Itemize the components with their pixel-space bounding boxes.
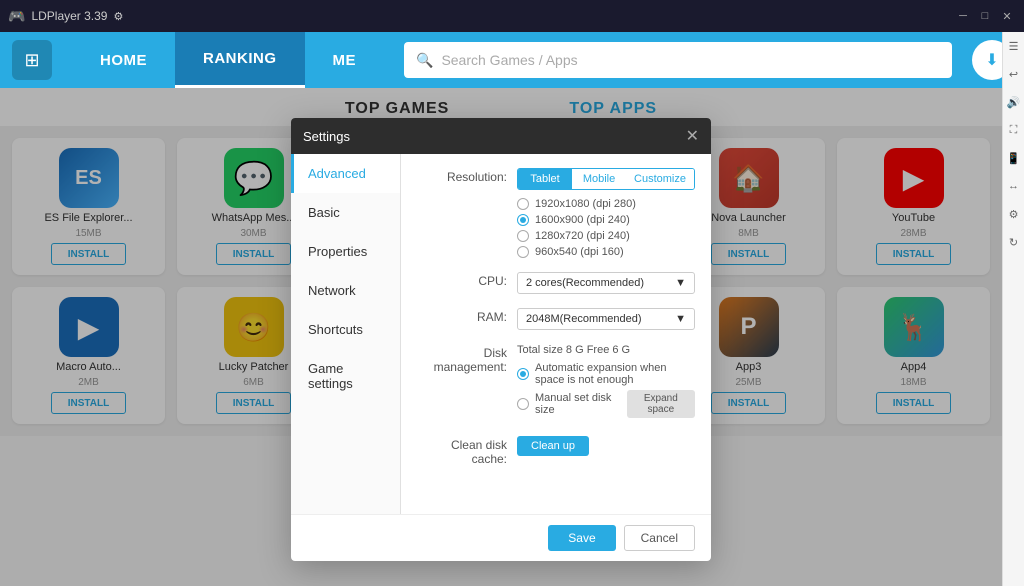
res-option-4[interactable]: 960x540 (dpi 160) [517, 246, 695, 258]
res-label-3: 1280x720 (dpi 240) [535, 230, 630, 242]
cpu-dropdown[interactable]: 2 cores(Recommended) ▼ [517, 272, 695, 294]
ram-setting-row: RAM: 2048M(Recommended) ▼ [417, 308, 695, 330]
title-bar: 🎮 LDPlayer 3.39 ⚙ ─ □ ✕ [0, 0, 1024, 32]
res-tab-customize[interactable]: Customize [626, 169, 694, 189]
disk-auto-label: Automatic expansion when space is not en… [535, 362, 695, 386]
right-sidebar: ☰ ↩ 🔊 ⛶ 📱 ↔ ⚙ ↻ [1002, 32, 1024, 586]
modal-overlay: Settings ✕ Advanced Basic Properties Net… [0, 88, 1002, 586]
sidebar-icon-1[interactable]: ☰ [1003, 32, 1024, 60]
expand-space-button[interactable]: Expand space [627, 390, 695, 418]
sidebar-icon-4[interactable]: ⛶ [1003, 116, 1024, 144]
res-option-1[interactable]: 1920x1080 (dpi 280) [517, 198, 695, 210]
logo-icon: ⊞ [24, 50, 39, 71]
radio-2 [517, 214, 529, 226]
tab-home[interactable]: HOME [72, 32, 175, 88]
disk-radio-auto [517, 368, 529, 380]
modal-nav-shortcuts[interactable]: Shortcuts [291, 310, 400, 349]
sidebar-icon-6[interactable]: ↔ [1003, 172, 1024, 200]
close-button[interactable]: ✕ [998, 7, 1016, 25]
resolution-controls: Tablet Mobile Customize 1920x1080 (dpi 2… [517, 168, 695, 258]
cpu-value: 2 cores(Recommended) [526, 277, 644, 289]
search-bar[interactable]: 🔍 Search Games / Apps [404, 42, 952, 78]
ram-dropdown[interactable]: 2048M(Recommended) ▼ [517, 308, 695, 330]
modal-sidebar: Advanced Basic Properties Network Shortc… [291, 154, 401, 514]
cpu-dropdown-arrow: ▼ [675, 277, 686, 289]
res-tab-tablet[interactable]: Tablet [518, 169, 572, 189]
nav-bar: ⊞ HOME RANKING ME 🔍 Search Games / Apps … [0, 32, 1024, 88]
resolution-label: Resolution: [417, 168, 507, 184]
radio-1 [517, 198, 529, 210]
disk-label: Disk management: [417, 344, 507, 374]
settings-modal: Settings ✕ Advanced Basic Properties Net… [291, 118, 711, 561]
res-tab-mobile[interactable]: Mobile [572, 169, 626, 189]
modal-footer: Save Cancel [291, 514, 711, 561]
resolution-radio-group: 1920x1080 (dpi 280) 1600x900 (dpi 240) 1… [517, 198, 695, 258]
modal-title: Settings [303, 129, 350, 144]
title-bar-controls: ─ □ ✕ [954, 7, 1016, 25]
sidebar-icon-3[interactable]: 🔊 [1003, 88, 1024, 116]
minimize-button[interactable]: ─ [954, 7, 972, 25]
clean-disk-row: Clean disk cache: Clean up [417, 436, 695, 466]
tab-ranking[interactable]: RANKING [175, 32, 305, 88]
modal-nav-basic[interactable]: Basic [291, 193, 400, 232]
disk-total-info: Total size 8 G Free 6 G [517, 344, 695, 356]
sidebar-icon-5[interactable]: 📱 [1003, 144, 1024, 172]
app-logo-icon: 🎮 [8, 8, 25, 25]
disk-radio-manual [517, 398, 529, 410]
clean-up-button[interactable]: Clean up [517, 436, 589, 456]
ram-controls: 2048M(Recommended) ▼ [517, 308, 695, 330]
disk-controls: Total size 8 G Free 6 G Automatic expans… [517, 344, 695, 422]
resolution-tabs: Tablet Mobile Customize [517, 168, 695, 190]
cpu-setting-row: CPU: 2 cores(Recommended) ▼ [417, 272, 695, 294]
cpu-label: CPU: [417, 272, 507, 288]
modal-nav-advanced[interactable]: Advanced [291, 154, 400, 193]
clean-disk-controls: Clean up [517, 436, 695, 456]
maximize-button[interactable]: □ [976, 7, 994, 25]
res-label-1: 1920x1080 (dpi 280) [535, 198, 636, 210]
sidebar-icon-8[interactable]: ↻ [1003, 228, 1024, 256]
cancel-button[interactable]: Cancel [624, 525, 695, 551]
modal-close-button[interactable]: ✕ [686, 126, 699, 146]
radio-4 [517, 246, 529, 258]
app-title: LDPlayer 3.39 [31, 9, 107, 23]
resolution-setting-row: Resolution: Tablet Mobile Customize 1920 [417, 168, 695, 258]
ram-dropdown-arrow: ▼ [675, 313, 686, 325]
ram-label: RAM: [417, 308, 507, 324]
modal-nav-properties[interactable]: Properties [291, 232, 400, 271]
content-area: TOP GAMES TOP APPS ES ES File Explorer..… [0, 88, 1002, 586]
search-icon: 🔍 [416, 52, 433, 69]
sidebar-icon-7[interactable]: ⚙ [1003, 200, 1024, 228]
res-option-2[interactable]: 1600x900 (dpi 240) [517, 214, 695, 226]
nav-logo: ⊞ [12, 40, 52, 80]
disk-option-auto[interactable]: Automatic expansion when space is not en… [517, 362, 695, 386]
modal-nav-gamesettings[interactable]: Game settings [291, 349, 400, 403]
disk-manual-label: Manual set disk size [535, 392, 617, 416]
modal-body: Advanced Basic Properties Network Shortc… [291, 154, 711, 514]
ram-value: 2048M(Recommended) [526, 313, 642, 325]
clean-disk-label: Clean disk cache: [417, 436, 507, 466]
disk-option-manual[interactable]: Manual set disk size Expand space [517, 390, 695, 418]
tab-me[interactable]: ME [305, 32, 385, 88]
title-bar-left: 🎮 LDPlayer 3.39 ⚙ [8, 8, 123, 25]
modal-nav-network[interactable]: Network [291, 271, 400, 310]
modal-header: Settings ✕ [291, 118, 711, 154]
sidebar-icon-2[interactable]: ↩ [1003, 60, 1024, 88]
modal-main-content: Resolution: Tablet Mobile Customize 1920 [401, 154, 711, 514]
res-label-4: 960x540 (dpi 160) [535, 246, 624, 258]
res-label-2: 1600x900 (dpi 240) [535, 214, 630, 226]
res-option-3[interactable]: 1280x720 (dpi 240) [517, 230, 695, 242]
save-button[interactable]: Save [548, 525, 615, 551]
settings-icon[interactable]: ⚙ [113, 10, 123, 23]
search-placeholder: Search Games / Apps [441, 52, 577, 68]
disk-setting-row: Disk management: Total size 8 G Free 6 G… [417, 344, 695, 422]
radio-3 [517, 230, 529, 242]
cpu-controls: 2 cores(Recommended) ▼ [517, 272, 695, 294]
download-icon: ⬇ [985, 50, 998, 70]
